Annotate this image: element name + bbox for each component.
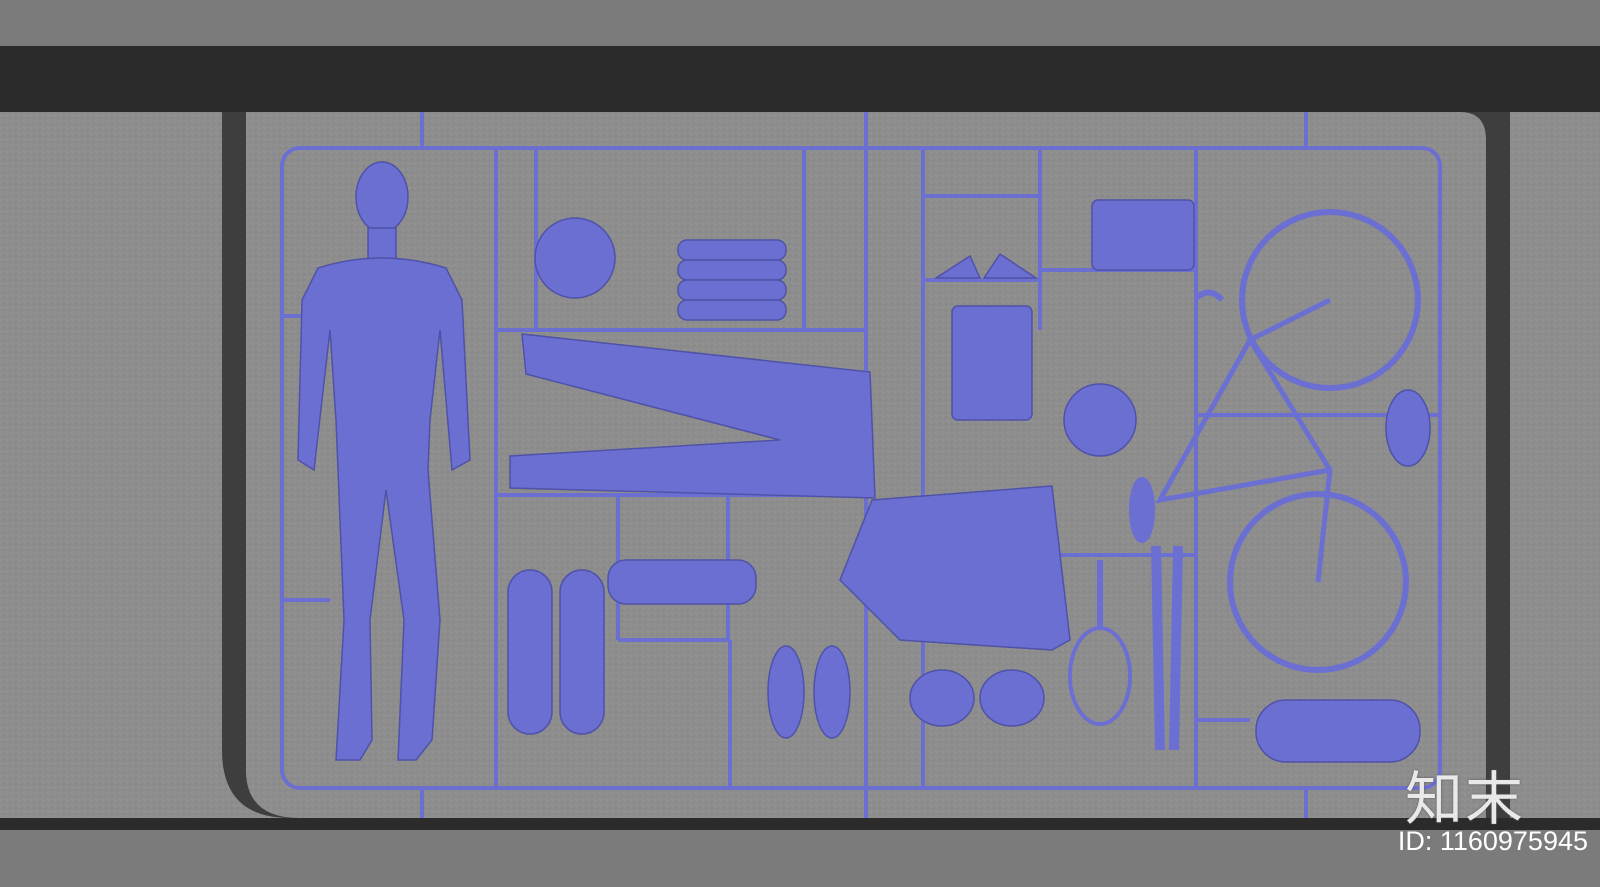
top-strip	[0, 0, 1600, 46]
slipper-left	[767, 645, 805, 739]
glove-right	[979, 669, 1045, 727]
skateboard-left	[507, 569, 553, 735]
golf-bag	[607, 559, 757, 605]
top-bar	[0, 46, 1600, 112]
baseball-bat-1	[1151, 545, 1165, 751]
rugby-ball	[1385, 389, 1431, 467]
bottom-strip	[0, 830, 1600, 887]
baseball-bat-2	[1169, 545, 1183, 751]
pillow	[1255, 699, 1421, 763]
bottom-bar	[0, 818, 1600, 830]
skateboard-right	[559, 569, 605, 735]
model-kit-scene	[0, 0, 1600, 887]
briefcase	[1091, 199, 1195, 271]
folded-shirt	[951, 305, 1033, 421]
basketball	[534, 217, 616, 299]
brand-logo: 知末	[1405, 765, 1526, 833]
glove-left	[909, 669, 975, 727]
slipper-right	[813, 645, 851, 739]
folded-towels	[677, 239, 787, 321]
basketball-2	[1063, 383, 1137, 457]
image-id-label: ID: 1160975945	[1397, 826, 1588, 856]
